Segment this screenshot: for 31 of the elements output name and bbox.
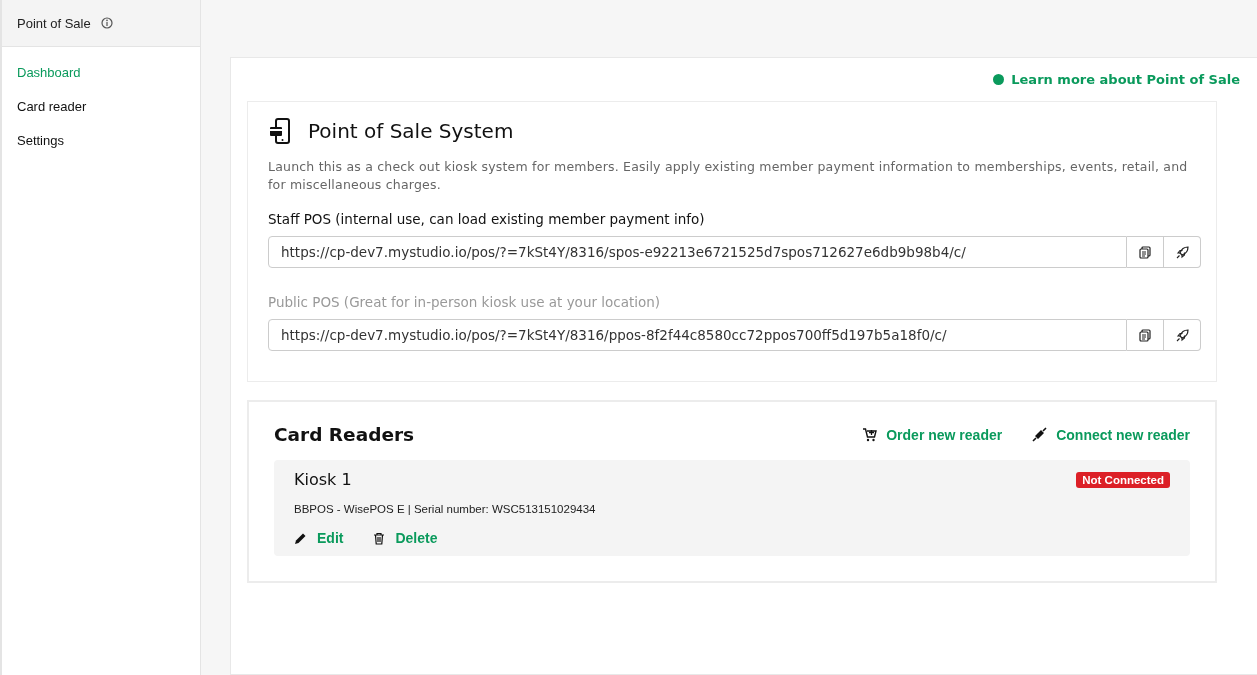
delete-link[interactable]: Delete — [395, 530, 438, 546]
card-title: Point of Sale System — [308, 119, 514, 143]
copy-icon — [1139, 245, 1151, 259]
copy-button[interactable] — [1127, 319, 1164, 351]
launch-button[interactable] — [1164, 236, 1201, 268]
rocket-icon — [1175, 328, 1189, 342]
status-badge: Not Connected — [1076, 471, 1170, 488]
section-title: Card Readers — [274, 424, 416, 445]
nav-link[interactable]: Settings — [17, 133, 64, 148]
description-text: Launch this as a check out kiosk system for members. Easily apply existing member payment information to memberships, events, retail, and for miscellaneous charges. — [268, 158, 1189, 194]
reader-name: Kiosk 1 — [294, 470, 352, 489]
field-label: Public POS (Great for in-person kiosk use at your location) — [268, 294, 662, 310]
field-label: Staff POS (internal use, can load existing member payment info) — [268, 211, 706, 227]
trash-icon — [373, 531, 386, 545]
order-reader-link[interactable]: Order new reader — [886, 426, 1003, 443]
nav-link[interactable]: Card reader — [17, 99, 87, 114]
connect-reader-link[interactable]: Connect new reader — [1056, 426, 1190, 443]
plug-icon — [1032, 427, 1048, 442]
learn-more-link[interactable]: Learn more about Point of Sale — [1011, 72, 1240, 87]
info-icon[interactable] — [100, 17, 113, 29]
nav-link[interactable]: Dashboard — [17, 65, 81, 80]
copy-icon — [1139, 328, 1151, 342]
pencil-icon — [294, 531, 307, 545]
cart-plus-icon — [863, 427, 878, 442]
edit-link[interactable]: Edit — [317, 530, 344, 546]
reader-details: BBPOS - WisePOS E | Serial number: WSC513151029434 — [294, 503, 597, 515]
copy-button[interactable] — [1127, 236, 1164, 268]
launch-button[interactable] — [1164, 319, 1201, 351]
rocket-icon — [1175, 245, 1189, 259]
sidebar-title: Point of Sale — [17, 15, 91, 31]
url-field[interactable]: https://cp-dev7.mystudio.io/pos/?=7kSt4Y/8316/spos-e92213e6721525d7spos712627e6db9b98b4/c/ — [268, 236, 1127, 268]
